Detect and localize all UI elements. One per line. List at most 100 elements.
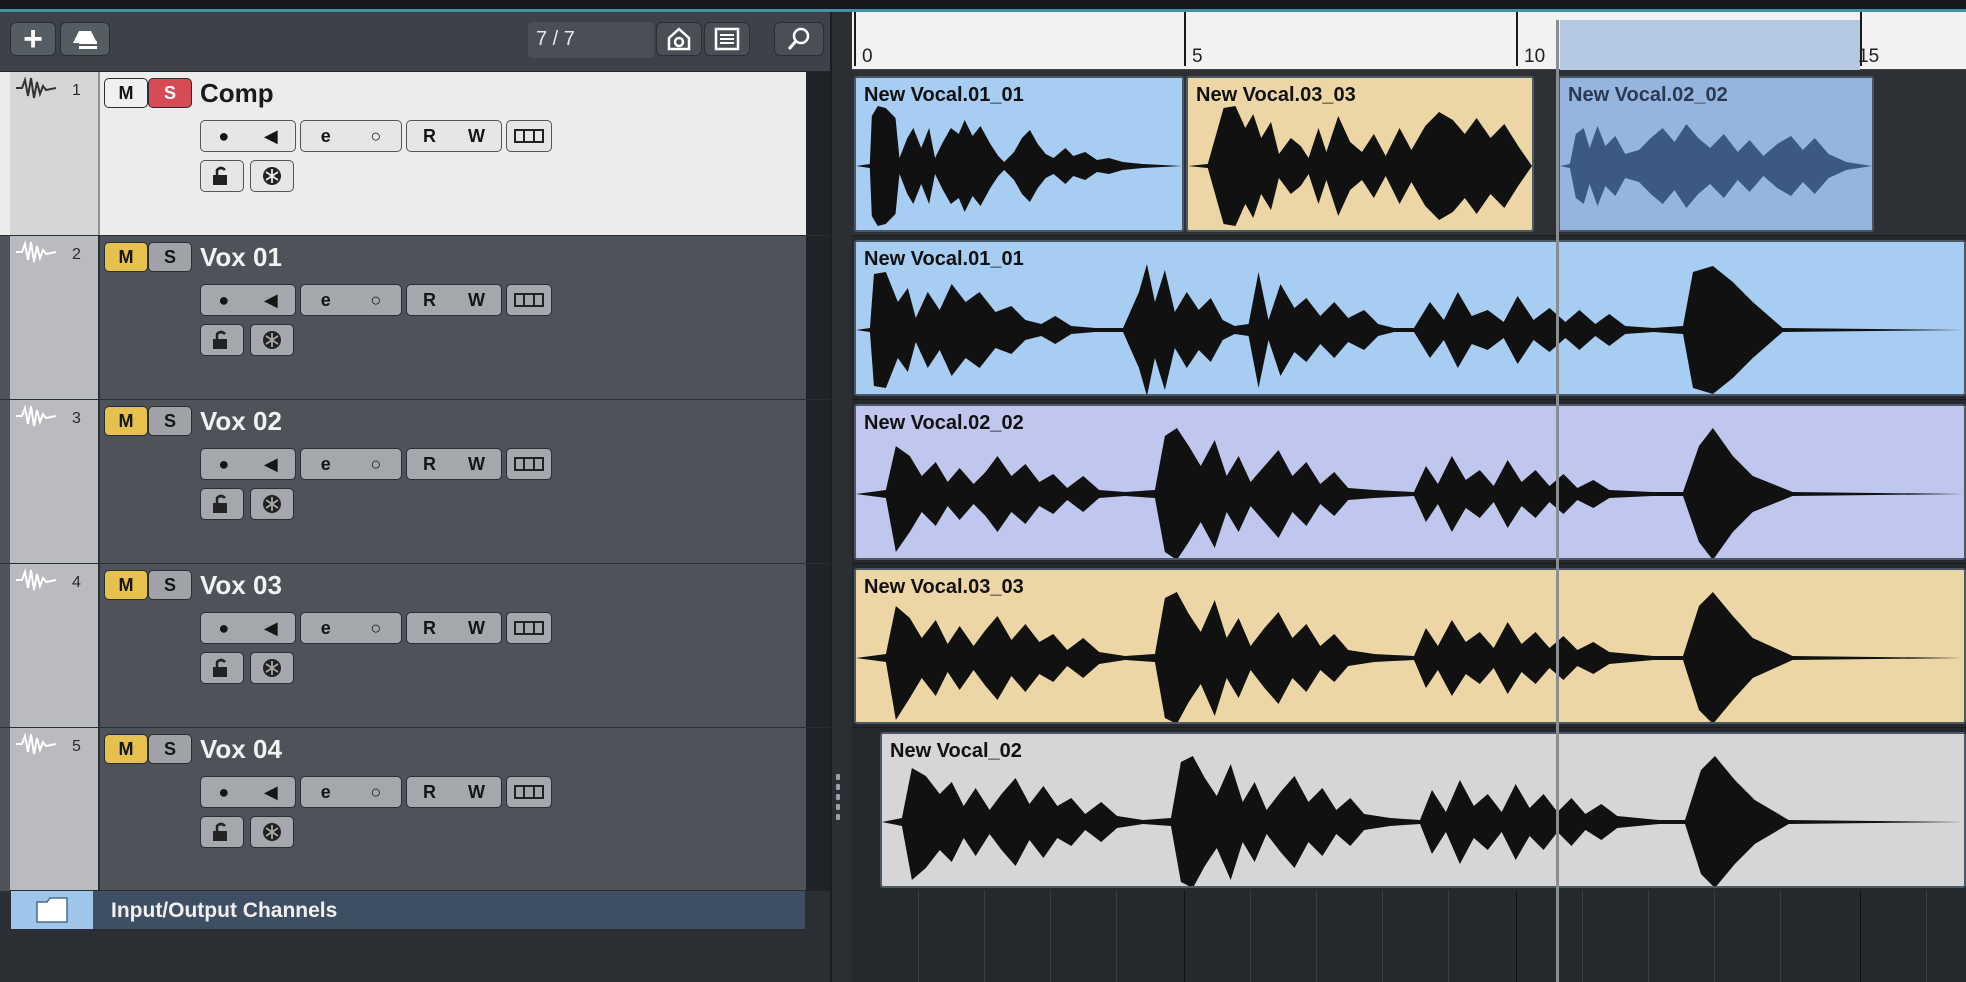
track-row[interactable]: 2 M S Vox 01 ● ◀ e ○ RW bbox=[0, 236, 830, 400]
audio-event[interactable]: New Vocal.01_01 bbox=[854, 76, 1184, 232]
audio-event[interactable]: New Vocal.02_02 bbox=[854, 404, 1966, 560]
freeze-icon[interactable] bbox=[250, 652, 294, 684]
find-track-button[interactable] bbox=[774, 22, 824, 56]
track-scroll-gutter bbox=[806, 564, 830, 727]
lock-icon[interactable] bbox=[200, 816, 244, 848]
edit-icon[interactable]: e bbox=[321, 126, 331, 147]
lock-icon[interactable] bbox=[200, 324, 244, 356]
lock-icon[interactable] bbox=[200, 652, 244, 684]
solo-button[interactable]: S bbox=[148, 570, 192, 600]
mute-button[interactable]: M bbox=[104, 78, 148, 108]
waveform bbox=[1188, 106, 1532, 226]
record-enable-icon[interactable]: ● bbox=[218, 618, 229, 639]
add-track-button[interactable]: + bbox=[10, 22, 56, 56]
zone-divider[interactable] bbox=[830, 12, 852, 982]
timebase-icon[interactable]: ○ bbox=[370, 126, 381, 147]
track-lane[interactable]: New Vocal.02_02 bbox=[852, 400, 1966, 564]
folder-icon[interactable] bbox=[11, 891, 93, 929]
monitor-speaker-icon[interactable]: ◀ bbox=[264, 454, 278, 475]
record-enable-icon[interactable]: ● bbox=[218, 290, 229, 311]
lanes-icon[interactable] bbox=[506, 448, 552, 480]
record-enable-icon[interactable]: ● bbox=[218, 782, 229, 803]
write-automation-button[interactable]: W bbox=[468, 126, 485, 147]
empty-lane-area[interactable] bbox=[852, 890, 1966, 982]
lanes-icon[interactable] bbox=[506, 284, 552, 316]
timebase-icon[interactable]: ○ bbox=[370, 290, 381, 311]
record-enable-icon[interactable]: ● bbox=[218, 454, 229, 475]
track-lane[interactable]: New Vocal.01_01 New Vocal.03_03 New Voca… bbox=[852, 72, 1966, 236]
timebase-icon[interactable]: ○ bbox=[370, 454, 381, 475]
event-display[interactable]: 0 5 10 15 New Vocal.01_01 New Vocal.03_0… bbox=[852, 12, 1966, 982]
waveform bbox=[856, 264, 1964, 394]
read-automation-button[interactable]: R bbox=[423, 454, 436, 475]
lanes-icon[interactable] bbox=[506, 120, 552, 152]
lock-icon[interactable] bbox=[200, 488, 244, 520]
track-row[interactable]: 1 M S Comp ● ◀ e ○ RW bbox=[0, 72, 830, 236]
edit-timebase-group: e ○ bbox=[300, 120, 402, 152]
track-row[interactable]: 4 M S Vox 03 ● ◀ e ○ RW bbox=[0, 564, 830, 728]
ruler-label: 0 bbox=[862, 46, 873, 67]
read-automation-button[interactable]: R bbox=[423, 290, 436, 311]
grid-line bbox=[1780, 890, 1781, 982]
edit-icon[interactable]: e bbox=[321, 782, 331, 803]
read-automation-button[interactable]: R bbox=[423, 126, 436, 147]
track-name[interactable]: Vox 03 bbox=[200, 570, 282, 601]
track-row[interactable]: 3 M S Vox 02 ● ◀ e ○ RW bbox=[0, 400, 830, 564]
cycle-marker-line[interactable] bbox=[1556, 20, 1559, 982]
track-lane[interactable]: New Vocal_02 bbox=[852, 728, 1966, 892]
edit-icon[interactable]: e bbox=[321, 454, 331, 475]
waveform bbox=[856, 428, 1964, 558]
read-automation-button[interactable]: R bbox=[423, 618, 436, 639]
freeze-icon[interactable] bbox=[250, 324, 294, 356]
read-automation-button[interactable]: R bbox=[423, 782, 436, 803]
freeze-icon[interactable] bbox=[250, 488, 294, 520]
track-lane[interactable]: New Vocal.03_03 bbox=[852, 564, 1966, 728]
freeze-icon[interactable] bbox=[250, 160, 294, 192]
track-name[interactable]: Comp bbox=[200, 78, 274, 109]
solo-button[interactable]: S bbox=[148, 242, 192, 272]
grid-line bbox=[1184, 890, 1185, 982]
lanes-icon[interactable] bbox=[506, 776, 552, 808]
solo-button[interactable]: S bbox=[148, 406, 192, 436]
timeline-ruler[interactable]: 0 5 10 15 bbox=[852, 12, 1966, 70]
track-row[interactable]: 5 M S Vox 04 ● ◀ e ○ RW bbox=[0, 728, 830, 892]
write-automation-button[interactable]: W bbox=[468, 454, 485, 475]
lock-icon[interactable] bbox=[200, 160, 244, 192]
solo-button[interactable]: S bbox=[148, 78, 192, 108]
mute-button[interactable]: M bbox=[104, 242, 148, 272]
input-output-channels-row[interactable]: Input/Output Channels bbox=[10, 890, 806, 930]
solo-button[interactable]: S bbox=[148, 734, 192, 764]
monitor-speaker-icon[interactable]: ◀ bbox=[264, 290, 278, 311]
write-automation-button[interactable]: W bbox=[468, 782, 485, 803]
mute-button[interactable]: M bbox=[104, 734, 148, 764]
monitor-speaker-icon[interactable]: ◀ bbox=[264, 618, 278, 639]
add-track-from-template-button[interactable] bbox=[60, 22, 110, 56]
record-enable-icon[interactable]: ● bbox=[218, 126, 229, 147]
audio-event[interactable]: New Vocal.03_03 bbox=[1186, 76, 1534, 232]
list-icon bbox=[714, 27, 740, 51]
track-lane[interactable]: New Vocal.01_01 bbox=[852, 236, 1966, 400]
track-name[interactable]: Vox 04 bbox=[200, 734, 282, 765]
show-all-tracks-button[interactable] bbox=[656, 22, 702, 56]
timebase-icon[interactable]: ○ bbox=[370, 782, 381, 803]
track-list-menu-button[interactable] bbox=[704, 22, 750, 56]
audio-event[interactable]: New Vocal.03_03 bbox=[854, 568, 1966, 724]
monitor-speaker-icon[interactable]: ◀ bbox=[264, 126, 278, 147]
timebase-icon[interactable]: ○ bbox=[370, 618, 381, 639]
mute-button[interactable]: M bbox=[104, 570, 148, 600]
audio-event[interactable]: New Vocal.01_01 bbox=[854, 240, 1966, 396]
edit-icon[interactable]: e bbox=[321, 290, 331, 311]
write-automation-button[interactable]: W bbox=[468, 290, 485, 311]
audio-event[interactable]: New Vocal_02 bbox=[880, 732, 1966, 888]
mute-button[interactable]: M bbox=[104, 406, 148, 436]
freeze-icon[interactable] bbox=[250, 816, 294, 848]
audio-event[interactable]: New Vocal.02_02 bbox=[1558, 76, 1874, 232]
track-name[interactable]: Vox 01 bbox=[200, 242, 282, 273]
edit-icon[interactable]: e bbox=[321, 618, 331, 639]
lanes-icon[interactable] bbox=[506, 612, 552, 644]
cycle-range[interactable] bbox=[1560, 20, 1860, 70]
write-automation-button[interactable]: W bbox=[468, 618, 485, 639]
waveform bbox=[856, 106, 1182, 226]
monitor-speaker-icon[interactable]: ◀ bbox=[264, 782, 278, 803]
track-name[interactable]: Vox 02 bbox=[200, 406, 282, 437]
